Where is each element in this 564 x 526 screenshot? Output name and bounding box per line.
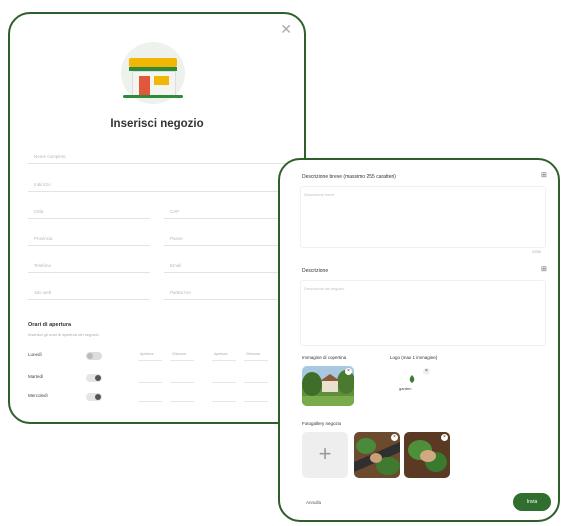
gallery-image[interactable]: × [404, 432, 450, 478]
day-label: Lunedì [28, 352, 42, 357]
time-label: Apertura [140, 352, 154, 356]
logo-label: Logo (max 1 immagine) [390, 355, 438, 360]
shop-form-dialog: ✕ Inserisci negozio Nome completo Indiri… [8, 12, 306, 424]
shop-details-dialog: Descrizione breve (massimo 255 caratteri… [278, 158, 560, 522]
day-toggle[interactable] [86, 393, 102, 401]
time-input[interactable] [212, 392, 236, 402]
postcode-field[interactable]: CAP [164, 205, 290, 219]
day-row: Martedì [28, 372, 304, 384]
time-input[interactable] [244, 392, 268, 402]
time-input[interactable] [138, 373, 162, 383]
time-label: Chiusura [172, 352, 187, 356]
phone-field[interactable]: Telefono [28, 259, 150, 273]
close-icon[interactable]: ✕ [280, 22, 292, 36]
add-image-button[interactable]: + [302, 432, 348, 478]
time-input[interactable] [138, 392, 162, 402]
cover-image-label: Immagine di copertina [302, 355, 347, 360]
remove-image-icon[interactable]: × [441, 434, 448, 441]
expand-icon[interactable]: ⊞ [541, 265, 547, 273]
city-field[interactable]: Città [28, 205, 150, 219]
day-toggle[interactable] [86, 374, 102, 382]
address-field[interactable]: Indirizzo [28, 178, 290, 192]
time-input[interactable] [170, 373, 194, 383]
gallery-label: Fotogallery negozio [302, 421, 342, 426]
cover-image[interactable]: × [302, 366, 354, 406]
storefront-illustration [115, 38, 191, 110]
logo-text: garden [399, 386, 412, 391]
submit-button[interactable]: Invia [513, 493, 551, 511]
description-label: Descrizione [302, 268, 329, 274]
description-placeholder: Descrizione del negozio [304, 287, 345, 291]
shop-name-field[interactable]: Nome completo [28, 150, 290, 164]
character-counter: 0/255 [532, 250, 541, 254]
gallery-image[interactable]: × [354, 432, 400, 478]
cancel-button[interactable]: Annulla [306, 500, 321, 505]
remove-image-icon[interactable]: × [391, 434, 398, 441]
time-label: Apertura [214, 352, 228, 356]
day-label: Mercoledì [28, 393, 48, 398]
time-label: Chiusura [246, 352, 261, 356]
day-row: Mercoledì [28, 391, 304, 403]
time-input[interactable] [212, 373, 236, 383]
remove-image-icon[interactable]: × [345, 368, 352, 375]
day-toggle[interactable] [86, 352, 102, 360]
country-field[interactable]: Paese [164, 232, 290, 246]
hours-subtitle: Inserisci gli orari di apertura del nego… [28, 332, 99, 337]
logo-image[interactable]: garden × [392, 366, 432, 404]
expand-icon[interactable]: ⊞ [541, 171, 547, 179]
short-description-label: Descrizione breve (massimo 255 caratteri… [302, 174, 396, 180]
day-label: Martedì [28, 374, 44, 379]
remove-image-icon[interactable]: × [423, 368, 430, 375]
day-row: Lunedì Apertura Chiusura Apertura Chiusu… [28, 350, 304, 362]
short-description-input[interactable] [300, 186, 546, 248]
short-description-placeholder: Descrizione breve [304, 193, 335, 197]
time-input[interactable] [170, 392, 194, 402]
page-title: Inserisci negozio [110, 118, 204, 130]
email-field[interactable]: Email [164, 259, 290, 273]
province-field[interactable]: Provincia [28, 232, 150, 246]
vat-field[interactable]: Partita IVA [164, 286, 290, 300]
time-input[interactable] [244, 373, 268, 383]
hours-title: Orari di apertura [28, 322, 72, 328]
website-field[interactable]: Sito web [28, 286, 150, 300]
